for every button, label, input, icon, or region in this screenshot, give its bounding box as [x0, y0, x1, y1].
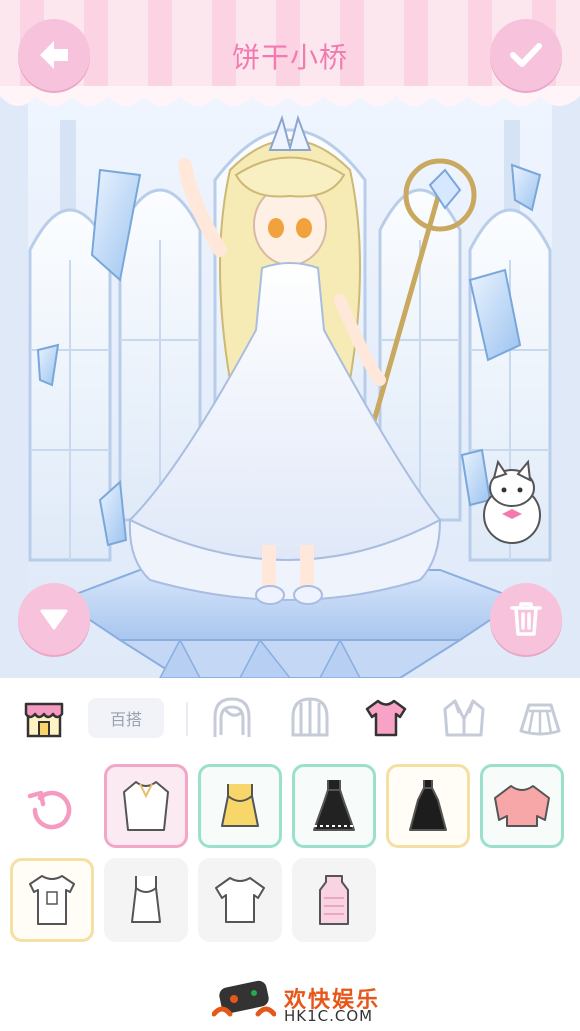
trash-button[interactable] — [490, 583, 562, 655]
tab-hair-back[interactable] — [204, 690, 260, 746]
shirt-icon — [365, 699, 407, 737]
item-tshirt-print[interactable] — [10, 858, 94, 942]
triangle-down-icon — [40, 609, 68, 630]
tshirt-icon — [215, 877, 265, 923]
skirt-icon — [519, 703, 561, 736]
blouse-icon — [123, 781, 169, 831]
item-knit-pink[interactable] — [292, 858, 376, 942]
gamepad-icon — [212, 980, 276, 1017]
sweater-icon — [494, 785, 550, 827]
jacket-icon — [443, 699, 485, 737]
item-tshirt-white[interactable] — [198, 858, 282, 942]
refresh-icon — [27, 790, 72, 830]
toolbar-divider — [186, 702, 188, 736]
trash-icon — [510, 602, 542, 636]
hair-back-icon — [213, 697, 251, 737]
item-camisole-yellow[interactable] — [198, 764, 282, 848]
item-dress-black-2[interactable] — [386, 764, 470, 848]
tab-tops[interactable] — [358, 690, 414, 746]
mix-match-button[interactable]: 百搭 — [88, 698, 164, 738]
hair-front-icon — [291, 697, 329, 737]
tab-hair-front[interactable] — [282, 690, 338, 746]
collapse-button[interactable] — [18, 583, 90, 655]
tshirt-icon — [29, 875, 75, 925]
camisole-icon — [131, 876, 161, 923]
item-camisole-white[interactable] — [104, 858, 188, 942]
tab-jacket[interactable] — [436, 690, 492, 746]
knit-top-icon — [319, 875, 349, 925]
item-sweater-pink[interactable] — [480, 764, 564, 848]
tab-skirt[interactable] — [512, 690, 568, 746]
dressup-stage: 饼干小桥 — [0, 0, 580, 678]
item-blouse-white[interactable] — [104, 764, 188, 848]
camisole-icon — [221, 784, 259, 827]
reset-button[interactable] — [22, 780, 82, 840]
dress-icon — [409, 780, 447, 831]
shop-icon — [24, 702, 64, 738]
shop-button[interactable] — [16, 690, 72, 746]
item-grid — [0, 756, 580, 966]
watermark-url: HK1C.COM — [284, 1007, 374, 1025]
item-dress-black[interactable] — [292, 764, 376, 848]
confirm-button[interactable] — [490, 19, 562, 91]
category-toolbar: 百搭 — [0, 678, 580, 756]
check-icon — [510, 43, 542, 67]
dress-icon — [313, 780, 355, 831]
